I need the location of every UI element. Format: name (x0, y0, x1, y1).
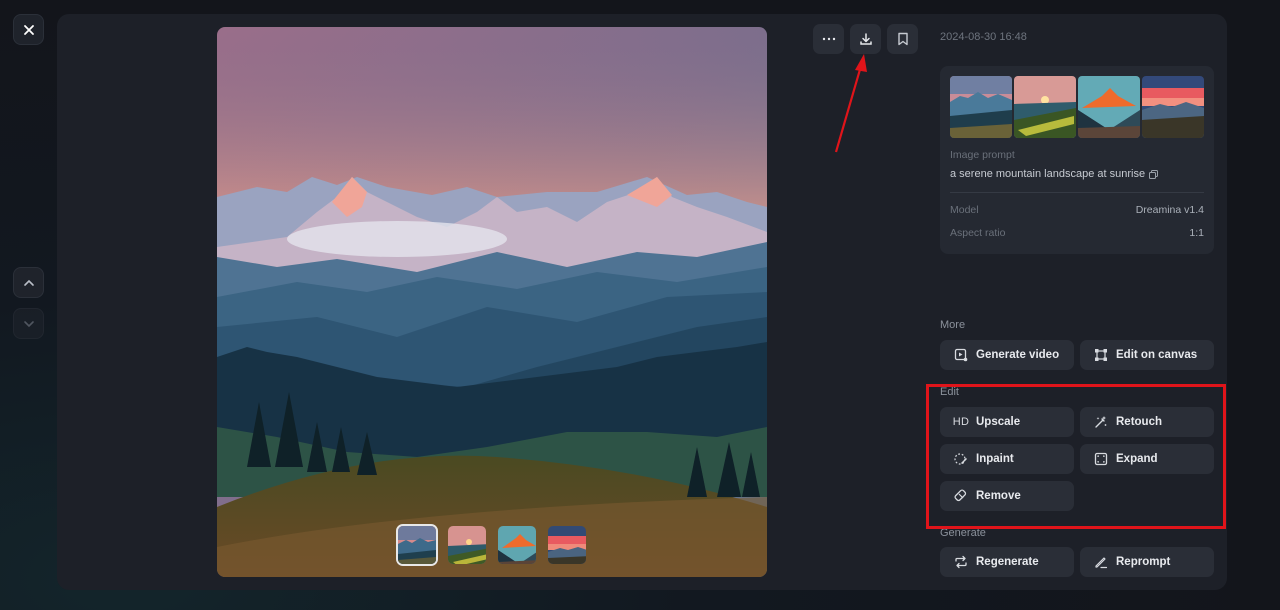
previous-image-button[interactable] (13, 267, 44, 298)
close-icon (23, 24, 34, 35)
reprompt-label: Reprompt (1116, 556, 1171, 568)
image-info-card: Image prompt a serene mountain landscape… (940, 66, 1214, 254)
edit-on-canvas-button[interactable]: Edit on canvas (1080, 340, 1214, 370)
created-timestamp: 2024-08-30 16:48 (940, 31, 1027, 43)
pencil-icon (1095, 557, 1108, 569)
download-icon (859, 33, 872, 45)
generate-video-label: Generate video (976, 349, 1060, 361)
thumbnail-4[interactable] (546, 524, 588, 566)
section-label-generate: Generate (940, 527, 986, 539)
edit-on-canvas-label: Edit on canvas (1116, 349, 1198, 361)
next-image-button[interactable] (13, 308, 44, 339)
info-thumbnail-4[interactable] (1142, 76, 1204, 138)
thumbnail-3[interactable] (496, 524, 538, 566)
retouch-label: Retouch (1116, 416, 1162, 428)
image-thumbnail-strip (396, 524, 588, 566)
aspect-ratio-row: Aspect ratio 1:1 (950, 227, 1204, 239)
chevron-down-icon (23, 320, 34, 327)
copy-icon[interactable] (1149, 169, 1159, 179)
inpaint-brush-icon (954, 453, 967, 465)
bookmark-icon (897, 32, 908, 46)
video-icon (954, 348, 968, 362)
aspect-ratio-value: 1:1 (1189, 227, 1204, 239)
thumbnail-1[interactable] (396, 524, 438, 566)
prompt-text-row: a serene mountain landscape at sunrise (950, 168, 1204, 180)
remove-label: Remove (976, 490, 1021, 502)
info-thumbnail-3[interactable] (1078, 76, 1140, 138)
remove-button[interactable]: Remove (940, 481, 1074, 511)
magic-wand-icon (1095, 416, 1107, 428)
prompt-label: Image prompt (950, 149, 1015, 161)
chevron-up-icon (23, 279, 34, 286)
inpaint-label: Inpaint (976, 453, 1014, 465)
canvas-icon (1095, 349, 1107, 361)
main-image (217, 27, 767, 577)
prompt-text: a serene mountain landscape at sunrise (950, 168, 1146, 180)
regenerate-label: Regenerate (976, 556, 1039, 568)
close-button[interactable] (13, 14, 44, 45)
expand-icon (1094, 452, 1108, 466)
section-label-more: More (940, 319, 966, 331)
upscale-label: Upscale (976, 416, 1021, 428)
model-value: Dreamina v1.4 (1135, 204, 1204, 216)
bookmark-button[interactable] (887, 24, 918, 54)
info-divider (950, 192, 1204, 193)
image-toolbar (813, 24, 918, 54)
section-label-edit: Edit (940, 386, 959, 398)
expand-button[interactable]: Expand (1080, 444, 1214, 474)
info-thumbnail-grid (950, 76, 1204, 138)
reprompt-button[interactable]: Reprompt (1080, 547, 1214, 577)
model-row: Model Dreamina v1.4 (950, 204, 1204, 216)
eraser-icon (954, 489, 967, 502)
hd-icon: HD (952, 416, 970, 428)
download-button[interactable] (850, 24, 881, 54)
thumbnail-2[interactable] (446, 524, 488, 566)
inpaint-button[interactable]: Inpaint (940, 444, 1074, 474)
aspect-ratio-label: Aspect ratio (950, 227, 1006, 239)
more-options-button[interactable] (813, 24, 844, 54)
refresh-icon (955, 555, 967, 569)
retouch-button[interactable]: Retouch (1080, 407, 1214, 437)
info-thumbnail-1[interactable] (950, 76, 1012, 138)
generate-video-button[interactable]: Generate video (940, 340, 1074, 370)
info-thumbnail-2[interactable] (1014, 76, 1076, 138)
more-horizontal-icon (822, 37, 835, 41)
regenerate-button[interactable]: Regenerate (940, 547, 1074, 577)
upscale-button[interactable]: HD Upscale (940, 407, 1074, 437)
expand-label: Expand (1116, 453, 1158, 465)
model-label: Model (950, 204, 979, 216)
